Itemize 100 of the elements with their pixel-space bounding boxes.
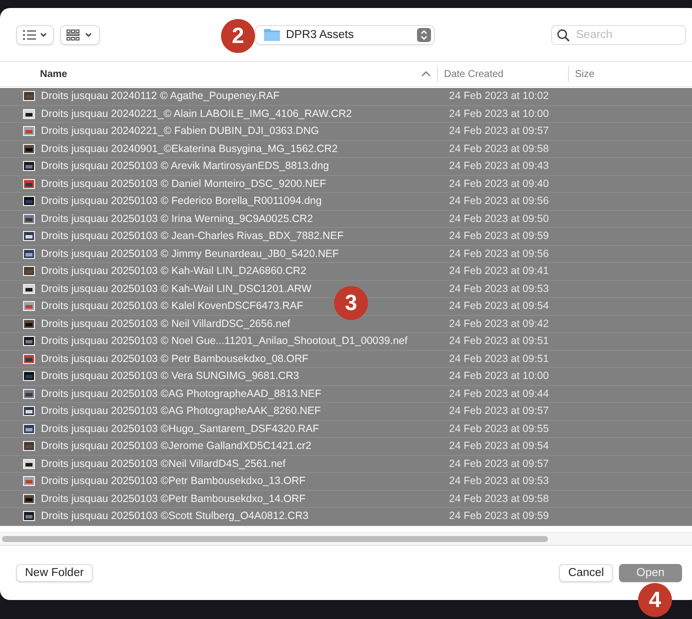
date-created: 24 Feb 2023 at 09:57	[449, 405, 549, 418]
date-created: 24 Feb 2023 at 10:00	[449, 370, 549, 382]
file-row[interactable]: Droits jusquau 20250103 © Daniel Monteiro_DSC_9200.NEF 24 Feb 2023 at 09:40	[0, 176, 692, 193]
file-name: Droits jusquau 20250103 © Daniel Monteiro_DSC_9200.NEF	[41, 178, 326, 190]
thumbnail-icon	[23, 335, 35, 348]
file-row[interactable]: Droits jusquau 20250103 ©Petr Bambousekdxo_13.ORF 24 Feb 2023 at 09:53	[0, 473, 692, 490]
file-row[interactable]: Droits jusquau 20250103 © Neil VillardDSC_2656.nef 24 Feb 2023 at 09:42	[0, 316, 692, 333]
thumbnail-icon	[23, 125, 35, 138]
column-header[interactable]: Name	[0, 66, 438, 82]
file-name: Droits jusquau 20250103 © Noel Gue...11201_Anilao_Shootout_D1_00039.nef	[41, 335, 408, 348]
thumbnail-icon	[23, 230, 35, 242]
file-name: Droits jusquau 20250103 ©Petr Bambousekdxo_13.ORF	[41, 475, 306, 488]
date-created: 24 Feb 2023 at 09:53	[449, 475, 549, 488]
file-name: Droits jusquau 20250103 © Kalel KovenDSCF6473.RAF	[41, 300, 304, 312]
file-row[interactable]: Droits jusquau 20250103 © Federico Borella_R0011094.dng 24 Feb 2023 at 09:56	[0, 193, 692, 210]
file-row[interactable]: Droits jusquau 20250103 ©Neil VillardD4S_2561.nef 24 Feb 2023 at 09:57	[0, 456, 692, 473]
thumbnail-icon	[23, 160, 35, 172]
file-name: Droits jusquau 20250103 ©AG PhotographeAAD_8813.NEF	[41, 388, 322, 400]
file-row[interactable]: Droits jusquau 20250103 ©AG PhotographeAAD_8813.NEF 24 Feb 2023 at 09:44	[0, 386, 692, 403]
file-name: Droits jusquau 20250103 © Federico Borella_R0011094.dng	[41, 195, 322, 208]
thumbnail-icon	[23, 178, 35, 190]
thumbnail-icon	[23, 370, 35, 382]
date-created: 24 Feb 2023 at 09:50	[449, 212, 549, 225]
thumbnail-icon	[23, 388, 35, 400]
file-row[interactable]: Droits jusquau 20240901_©Ekaterina Busygina_MG_1562.CR2 24 Feb 2023 at 09:58	[0, 140, 692, 158]
thumbnail-icon	[23, 458, 35, 470]
file-name: Droits jusquau 20250103 ©Hugo_Santarem_DSF4320.RAF	[41, 422, 319, 435]
file-name: Droits jusquau 20250103 © Jimmy Beunardeau_JB0_5420.NEF	[41, 248, 339, 260]
search-field[interactable]: Search	[551, 24, 686, 44]
file-name: Droits jusquau 20250103 © Vera SUNGIMG_9681.CR3	[41, 370, 300, 382]
thumbnail-icon	[23, 108, 35, 120]
date-created: 24 Feb 2023 at 09:58	[449, 142, 549, 155]
file-row[interactable]: Droits jusquau 20250103 © Noel Gue...11201_Anilao_Shootout_D1_00039.nef 24 Feb 2023 at 09:51	[0, 333, 692, 350]
date-created: 24 Feb 2023 at 09:44	[449, 388, 549, 400]
file-name: Droits jusquau 20250103 © Neil VillardDSC_2656.nef	[41, 318, 290, 330]
thumbnail-icon	[23, 352, 35, 365]
date-created: 24 Feb 2023 at 09:55	[449, 422, 549, 435]
thumbnail-icon	[23, 510, 35, 522]
date-created: 24 Feb 2023 at 09:51	[449, 352, 549, 365]
date-created: 24 Feb 2023 at 09:56	[449, 195, 549, 208]
gallery-view-button[interactable]	[60, 24, 100, 44]
date-created: 24 Feb 2023 at 10:02	[449, 90, 549, 102]
thumbnail-icon	[23, 282, 35, 295]
date-created: 24 Feb 2023 at 09:51	[449, 335, 549, 348]
file-row[interactable]: Droits jusquau 20250103 © Arevik MartirosyanEDS_8813.dng 24 Feb 2023 at 09:43	[0, 158, 692, 176]
file-name: Droits jusquau 20250103 ©Neil VillardD4S_2561.nef	[41, 458, 286, 470]
date-created: 24 Feb 2023 at 09:43	[449, 160, 549, 172]
thumbnail-icon	[23, 300, 35, 312]
file-row[interactable]: Droits jusquau 20250103 © Jimmy Beunardeau_JB0_5420.NEF 24 Feb 2023 at 09:56	[0, 246, 692, 263]
dialog-button[interactable]: Cancel	[559, 564, 613, 582]
file-name: Droits jusquau 20240221_© Alain LABOILE_IMG_4106_RAW.CR2	[41, 108, 352, 120]
date-created: 24 Feb 2023 at 09:58	[449, 492, 549, 505]
file-row[interactable]: Droits jusquau 20250103 © Petr Bambousekdxo_08.ORF 24 Feb 2023 at 09:51	[0, 350, 692, 368]
file-row[interactable]: Droits jusquau 20250103 ©Scott Stulberg_O4A0812.CR3 24 Feb 2023 at 09:59	[0, 508, 692, 526]
file-name: Droits jusquau 20250103 © Kah-Wail LIN_D2A6860.CR2	[41, 265, 306, 278]
date-created: 24 Feb 2023 at 09:57	[449, 125, 549, 138]
thumbnail-icon	[23, 422, 35, 435]
file-row[interactable]: Droits jusquau 20250103 ©Jerome GallandXD5C1421.cr2 24 Feb 2023 at 09:54	[0, 438, 692, 456]
file-row[interactable]: Droits jusquau 20250103 © Vera SUNGIMG_9681.CR3 24 Feb 2023 at 10:00	[0, 368, 692, 386]
thumbnail-icon	[23, 440, 35, 452]
date-created: 24 Feb 2023 at 10:00	[449, 108, 549, 120]
thumbnail-icon	[23, 142, 35, 155]
date-created: 24 Feb 2023 at 09:56	[449, 248, 549, 260]
stepper-icon	[417, 28, 431, 42]
column-header[interactable]: Size	[569, 66, 594, 82]
thumbnail-icon	[23, 248, 35, 260]
date-created: 24 Feb 2023 at 09:57	[449, 458, 549, 470]
file-name: Droits jusquau 20250103 © Petr Bambousekdxo_08.ORF	[41, 352, 308, 365]
file-name: Droits jusquau 20240112 © Agathe_Poupeney.RAF	[41, 90, 280, 102]
date-created: 24 Feb 2023 at 09:54	[449, 440, 549, 452]
thumbnail-icon	[23, 212, 35, 225]
scrollbar-thumb[interactable]	[2, 536, 548, 542]
date-created: 24 Feb 2023 at 09:40	[449, 178, 549, 190]
grid-icon	[66, 28, 94, 40]
date-created: 24 Feb 2023 at 09:59	[449, 510, 549, 522]
search-icon	[557, 28, 570, 42]
file-name: Droits jusquau 20250103 ©Scott Stulberg_O4A0812.CR3	[41, 510, 308, 522]
file-row[interactable]: Droits jusquau 20250103 ©AG PhotographeAAK_8260.NEF 24 Feb 2023 at 09:57	[0, 403, 692, 420]
file-row[interactable]: Droits jusquau 20250103 © Kah-Wail LIN_D2A6860.CR2 24 Feb 2023 at 09:41	[0, 263, 692, 280]
file-row[interactable]: Droits jusquau 20250103 © Jean-Charles Rivas_BDX_7882.NEF 24 Feb 2023 at 09:59	[0, 228, 692, 246]
file-name: Droits jusquau 20250103 ©AG PhotographeAAK_8260.NEF	[41, 405, 321, 418]
file-name: Droits jusquau 20250103 © Kah-Wail LIN_DSC1201.ARW	[41, 282, 312, 295]
date-created: 24 Feb 2023 at 09:59	[449, 230, 549, 242]
list-view-button[interactable]	[16, 24, 54, 44]
date-created: 24 Feb 2023 at 09:42	[449, 318, 549, 330]
column-header[interactable]: Date Created	[438, 66, 569, 82]
location-popup[interactable]: DPR3 Assets	[255, 24, 435, 44]
file-row[interactable]: Droits jusquau 20240221_© Fabien DUBIN_DJI_0363.DNG 24 Feb 2023 at 09:57	[0, 123, 692, 140]
file-row[interactable]: Droits jusquau 20250103 ©Petr Bambousekdxo_14.ORF 24 Feb 2023 at 09:58	[0, 490, 692, 508]
thumbnail-icon	[23, 492, 35, 505]
dialog-button[interactable]: New Folder	[16, 564, 93, 582]
file-row[interactable]: Droits jusquau 20250103 ©Hugo_Santarem_DSF4320.RAF 24 Feb 2023 at 09:55	[0, 420, 692, 438]
file-name: Droits jusquau 20250103 © Irina Werning_9C9A0025.CR2	[41, 212, 313, 225]
dialog-button[interactable]: Open	[619, 564, 682, 582]
list-icon	[22, 28, 48, 40]
date-created: 24 Feb 2023 at 09:54	[449, 300, 549, 312]
file-row[interactable]: Droits jusquau 20240221_© Alain LABOILE_IMG_4106_RAW.CR2 24 Feb 2023 at 10:00	[0, 106, 692, 123]
thumbnail-icon	[23, 90, 35, 102]
file-row[interactable]: Droits jusquau 20250103 © Irina Werning_9C9A0025.CR2 24 Feb 2023 at 09:50	[0, 210, 692, 228]
file-row[interactable]: Droits jusquau 20240112 © Agathe_Poupeney.RAF 24 Feb 2023 at 10:02	[0, 88, 692, 106]
